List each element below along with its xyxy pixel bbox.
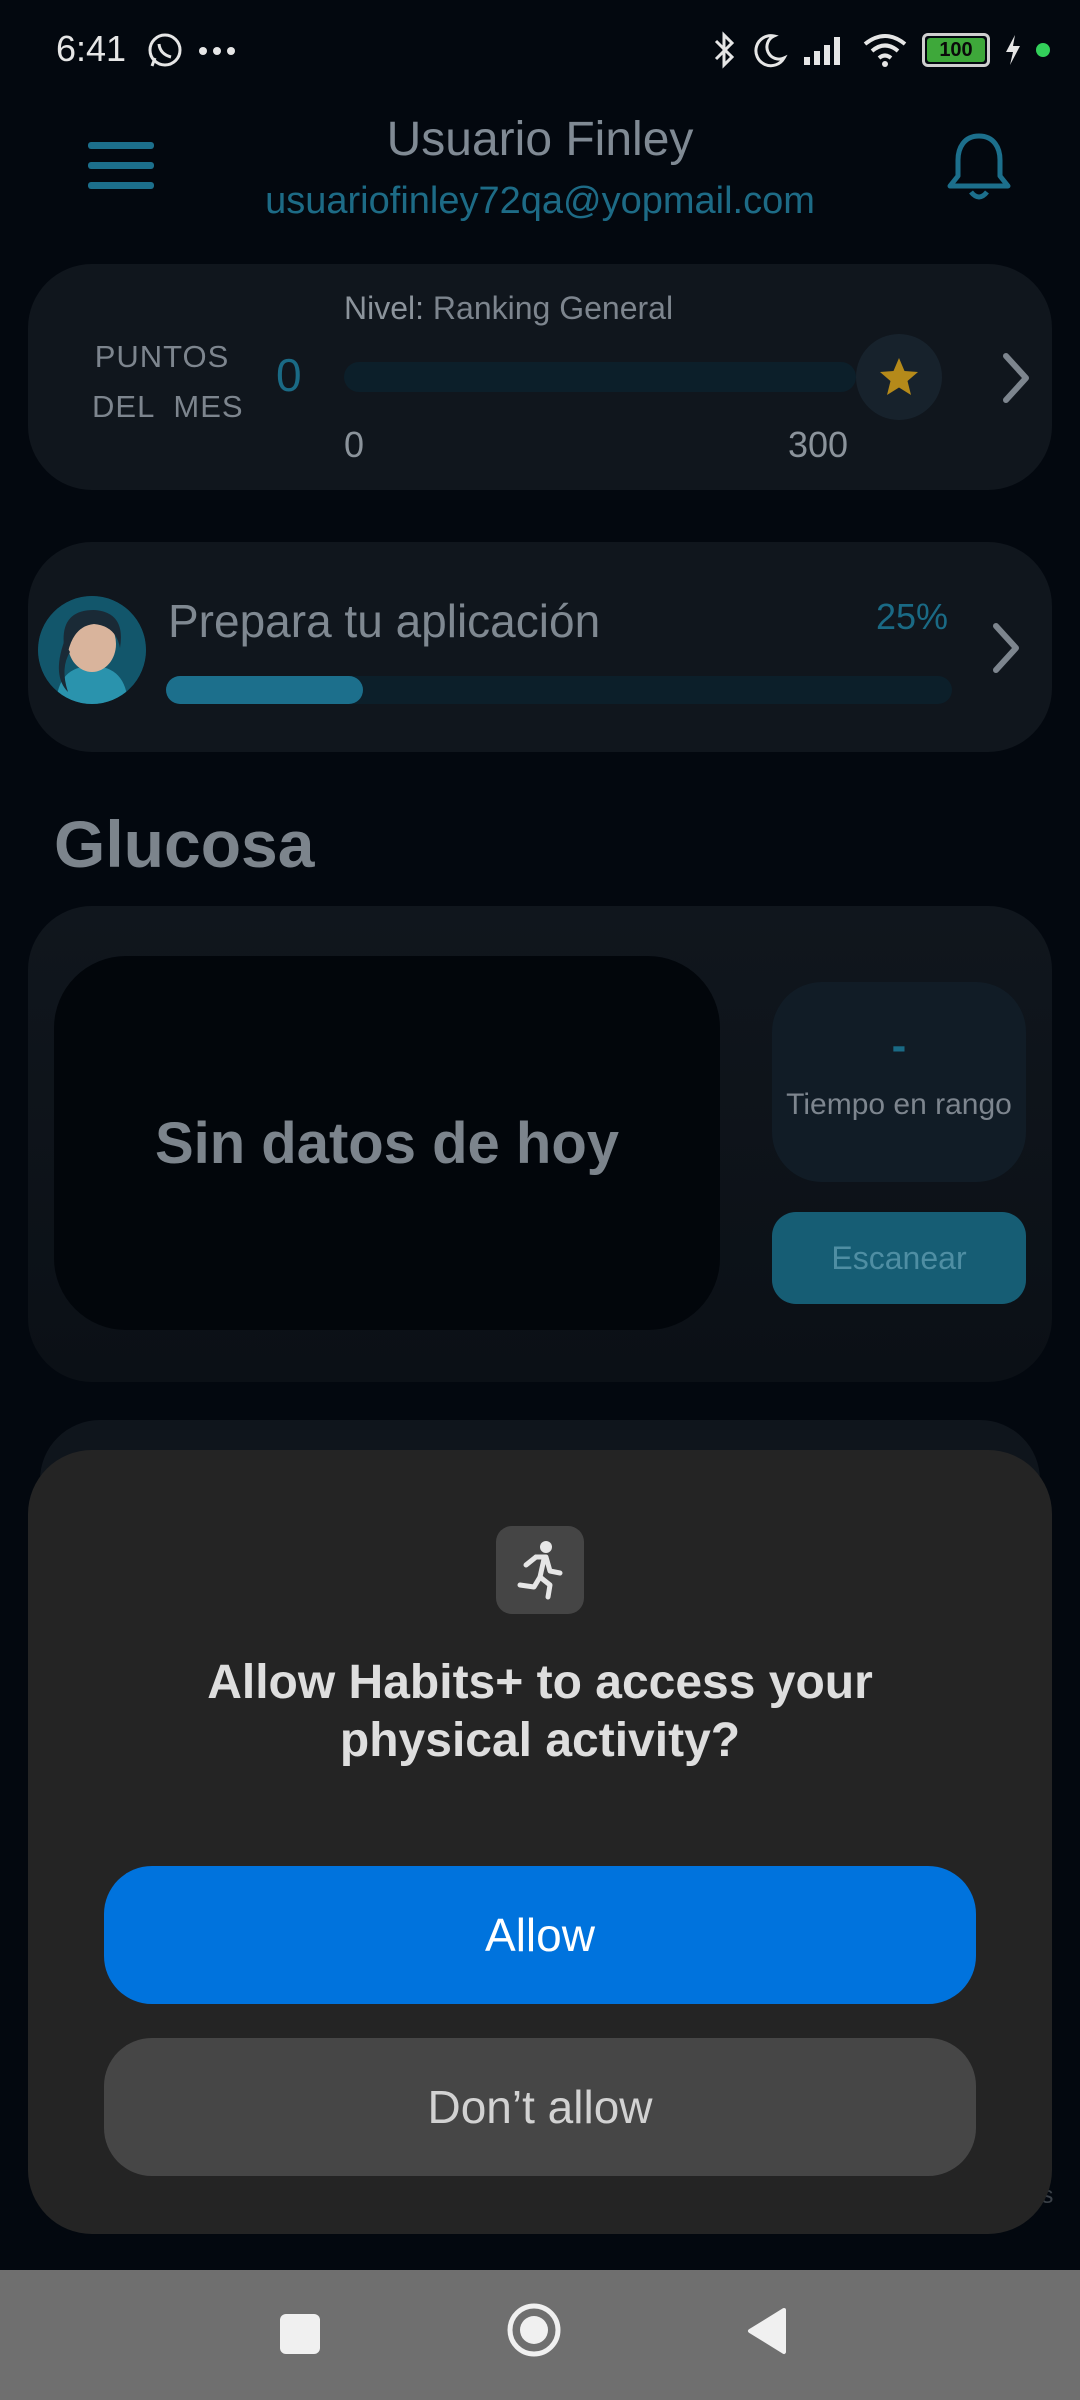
level-value: Ranking General	[432, 290, 674, 326]
star-icon	[880, 358, 918, 395]
privacy-indicator-dot	[1036, 43, 1050, 57]
whatsapp-icon	[148, 33, 182, 67]
level-label: Nivel:	[344, 290, 425, 326]
avatar-illustration	[38, 596, 146, 704]
no-data-text: Sin datos de hoy	[154, 1110, 620, 1176]
running-person-icon	[517, 1541, 563, 1600]
bluetooth-icon	[714, 31, 735, 69]
chevron-right-icon[interactable]	[986, 618, 1026, 678]
points-label-line1: PUNTOS	[94, 339, 230, 374]
no-data-panel: Sin datos de hoy	[54, 956, 720, 1330]
user-email: usuariofinley72qa@yopmail.com	[265, 180, 815, 222]
points-max-label: 300	[788, 424, 849, 465]
setup-progress-fill	[166, 676, 363, 704]
time-in-range-label: Tiempo en rango	[786, 1088, 1012, 1121]
chevron-right-icon[interactable]	[996, 348, 1036, 408]
wifi-icon	[863, 34, 907, 67]
status-bar: 6:41 100	[0, 0, 1080, 100]
status-icons: 100	[712, 22, 1050, 78]
scan-button[interactable]: Escanear	[772, 1212, 1026, 1304]
notifications-bell-icon[interactable]	[944, 130, 1014, 206]
points-label-line2: DEL MES	[92, 389, 244, 424]
user-name: Usuario Finley	[386, 113, 694, 166]
dialog-icon-container	[496, 1526, 584, 1614]
status-time: 6:41	[56, 28, 127, 69]
home-button[interactable]	[506, 2302, 562, 2358]
glucose-section-title: Glucosa	[54, 807, 315, 881]
points-value: 0	[276, 349, 302, 401]
time-in-range-box: - Tiempo en rango	[772, 982, 1026, 1182]
recents-button[interactable]	[280, 2314, 320, 2354]
points-progress-bar	[344, 362, 856, 392]
setup-percent: 25%	[876, 596, 949, 637]
battery-icon: 100	[922, 33, 990, 67]
back-button[interactable]	[744, 2306, 788, 2356]
charging-icon	[1006, 35, 1020, 65]
moon-icon	[754, 34, 788, 68]
allow-button[interactable]: Allow	[104, 1866, 976, 2004]
points-label: PUNTOS DEL MES	[92, 332, 244, 432]
star-badge	[856, 334, 942, 420]
dont-allow-button[interactable]: Don’t allow	[104, 2038, 976, 2176]
dialog-title: Allow Habits+ to access your physical ac…	[207, 1656, 873, 1767]
more-dots-icon	[199, 47, 235, 55]
level-text: Nivel: Ranking General	[344, 290, 673, 327]
avatar	[38, 596, 146, 704]
setup-title: Prepara tu aplicación	[168, 595, 601, 647]
points-min-label: 0	[344, 424, 365, 465]
time-in-range-value: -	[891, 1021, 907, 1070]
signal-icon	[804, 37, 840, 65]
battery-level: 100	[927, 38, 985, 62]
